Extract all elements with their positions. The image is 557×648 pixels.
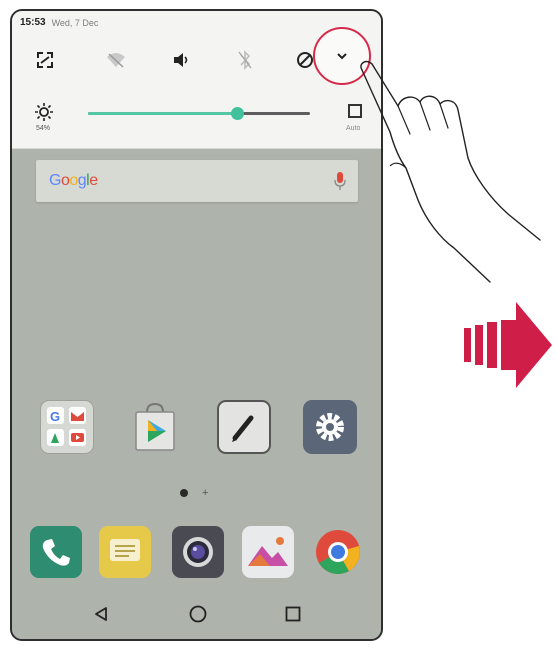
status-time: 15:53: [20, 17, 46, 28]
status-date: Wed, 7 Dec: [51, 17, 99, 28]
google-folder-icon[interactable]: G: [40, 400, 94, 454]
google-logo-letter: g: [77, 172, 87, 189]
pointing-hand-illustration: [360, 60, 541, 283]
add-page-icon[interactable]: +: [202, 488, 208, 499]
brightness-slider[interactable]: [88, 107, 310, 120]
quick-settings-panel: 15:53 Wed, 7 Dec 54% Auto: [12, 11, 381, 149]
phone-icon[interactable]: [30, 526, 82, 578]
navigation-bar: [12, 584, 381, 639]
camera-icon[interactable]: [172, 526, 224, 578]
gallery-icon[interactable]: [242, 526, 294, 578]
recent-apps-icon[interactable]: [281, 602, 305, 626]
brightness-icon: [32, 102, 56, 122]
settings-icon[interactable]: [303, 400, 357, 454]
notes-icon[interactable]: [217, 400, 271, 454]
page-indicator: +: [180, 488, 208, 499]
illustration: 15:53 Wed, 7 Dec 54% Auto Google G +: [0, 0, 557, 648]
home-icon[interactable]: [186, 602, 210, 626]
brightness-slider-thumb[interactable]: [230, 107, 244, 120]
phone-screen: 15:53 Wed, 7 Dec 54% Auto Google G +: [10, 9, 383, 641]
svg-text:G: G: [50, 409, 60, 424]
play-store-icon[interactable]: [128, 400, 182, 454]
google-logo: Google: [49, 172, 98, 190]
page-dot-active: [180, 489, 188, 497]
status-bar: 15:53 Wed, 7 Dec: [20, 17, 98, 28]
sound-icon[interactable]: [168, 47, 194, 73]
google-logo-letter: G: [49, 172, 61, 189]
back-icon[interactable]: [89, 602, 113, 626]
screen-rotation-icon[interactable]: [32, 47, 58, 73]
google-logo-letter: o: [69, 172, 78, 189]
wifi-off-icon[interactable]: [103, 47, 129, 73]
google-search-bar[interactable]: Google: [36, 160, 358, 202]
bluetooth-off-icon[interactable]: [232, 47, 258, 73]
google-logo-letter: e: [89, 172, 98, 189]
chrome-icon[interactable]: [312, 526, 364, 578]
next-step-arrow: [464, 302, 552, 388]
brightness-slider-fill: [88, 112, 237, 115]
brightness-percent: 54%: [36, 125, 51, 132]
brightness-row: 54% Auto: [30, 102, 370, 140]
messages-icon[interactable]: [99, 526, 151, 578]
